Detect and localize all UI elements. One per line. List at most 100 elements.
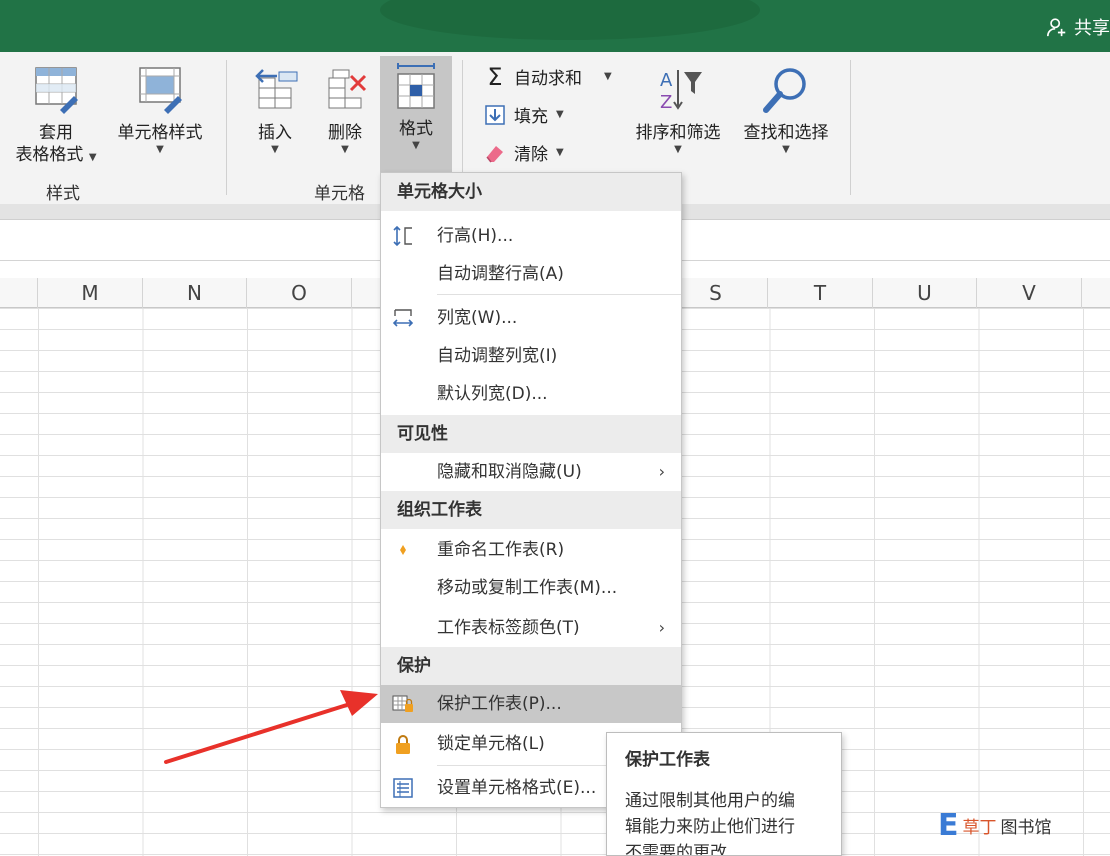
share-label: 共享 — [1074, 18, 1110, 39]
styles-group-label: 样式 — [46, 184, 80, 204]
menu-item-rename-sheet[interactable]: 重命名工作表(R) — [381, 531, 681, 569]
tooltip-line-2: 辑能力来防止他们进行 — [625, 817, 795, 837]
fill-button[interactable]: 填充 ▼ — [484, 102, 564, 127]
tooltip-title: 保护工作表 — [625, 750, 710, 770]
group-divider — [850, 60, 851, 195]
cell-styles-icon — [139, 67, 182, 114]
menu-item-column-width[interactable]: 列宽(W)... — [381, 299, 681, 337]
autosum-label: 自动求和 — [514, 69, 582, 89]
person-add-icon — [1047, 18, 1066, 37]
sigma-icon: Σ — [487, 62, 503, 91]
fill-down-icon — [484, 104, 506, 126]
share-button[interactable]: 共享 — [1046, 14, 1110, 40]
chevron-down-icon: ▼ — [271, 144, 279, 155]
cells-group-label: 单元格 — [314, 184, 365, 204]
menu-header-cell-size: 单元格大小 — [381, 173, 681, 211]
column-header-partial[interactable] — [0, 278, 38, 308]
menu-divider — [437, 294, 681, 295]
insert-button[interactable]: 插入 ▼ — [244, 64, 306, 156]
insert-label: 插入 — [258, 123, 292, 143]
menu-item-autofit-row-height[interactable]: 自动调整行高(A) — [381, 255, 681, 293]
table-format-label-1: 套用 — [39, 123, 73, 143]
menu-header-visibility: 可见性 — [381, 415, 681, 453]
magnifier-icon — [763, 68, 806, 113]
chevron-down-icon: ▼ — [556, 146, 564, 158]
cell-styles-label: 单元格样式 — [117, 123, 203, 143]
watermark-name-b: 图书馆 — [1000, 818, 1052, 838]
menu-item-label: 自动调整行高(A) — [437, 264, 564, 284]
menu-item-tab-color[interactable]: 工作表标签颜色(T) › — [381, 609, 681, 647]
menu-item-label: 隐藏和取消隐藏(U) — [437, 462, 582, 482]
menu-item-label: 列宽(W)... — [437, 308, 518, 328]
find-select-button[interactable]: 查找和选择 ▼ — [734, 64, 838, 156]
menu-item-label: 设置单元格格式(E)... — [437, 778, 597, 798]
chevron-down-icon: ▼ — [674, 144, 682, 155]
menu-item-move-copy-sheet[interactable]: 移动或复制工作表(M)... — [381, 569, 681, 607]
menu-item-label: 工作表标签颜色(T) — [437, 618, 580, 638]
fill-label: 填充 — [514, 107, 548, 127]
find-select-label: 查找和选择 — [743, 123, 829, 143]
chevron-down-icon: ▼ — [341, 144, 349, 155]
chevron-down-icon: ▼ — [782, 144, 790, 155]
chevron-down-icon: ▼ — [88, 152, 97, 163]
table-format-button[interactable]: 套用 表格格式 ▼ — [6, 64, 106, 166]
column-header-n[interactable]: N — [143, 278, 247, 308]
tooltip-line-3: 不需要的更改 — [625, 843, 727, 856]
sort-filter-button[interactable]: A Z 排序和筛选 ▼ — [626, 64, 730, 156]
svg-text:Z: Z — [660, 92, 672, 113]
delete-button[interactable]: 删除 ▼ — [314, 64, 376, 156]
column-header-v[interactable]: V — [977, 278, 1082, 308]
sort-filter-icon: A Z — [660, 70, 702, 113]
menu-item-label: 锁定单元格(L) — [437, 734, 545, 754]
menu-header-protection: 保护 — [381, 647, 681, 685]
chevron-down-icon: ▼ — [412, 140, 420, 151]
title-bar-decoration — [380, 0, 760, 40]
protect-sheet-icon — [391, 693, 415, 715]
delete-label: 删除 — [328, 123, 362, 143]
format-dropdown-menu: 单元格大小 行高(H)... 自动调整行高(A) 列宽(W)... 自动调整列宽… — [380, 172, 682, 808]
rename-icon — [391, 539, 415, 561]
format-cells-size-icon — [397, 63, 435, 109]
format-cells-icon — [391, 777, 415, 799]
chevron-down-icon: ▼ — [604, 70, 612, 82]
menu-item-label: 自动调整列宽(I) — [437, 346, 558, 366]
format-button[interactable]: 格式 ▼ — [384, 60, 448, 152]
eraser-icon — [484, 142, 506, 164]
menu-item-protect-sheet[interactable]: 保护工作表(P)... — [381, 685, 681, 723]
table-format-icon — [35, 67, 78, 114]
format-label: 格式 — [399, 119, 433, 139]
menu-item-default-width[interactable]: 默认列宽(D)... — [381, 375, 681, 413]
column-header-m[interactable]: M — [38, 278, 143, 308]
chevron-down-icon: ▼ — [556, 108, 564, 120]
clear-label: 清除 — [514, 145, 548, 165]
watermark-logo: E — [938, 808, 959, 843]
menu-item-label: 重命名工作表(R) — [437, 540, 565, 560]
menu-item-label: 移动或复制工作表(M)... — [437, 578, 618, 598]
group-divider — [226, 60, 227, 195]
cell-styles-button[interactable]: 单元格样式 ▼ — [108, 64, 212, 156]
watermark-name-a: 草丁 — [962, 818, 997, 838]
lock-icon — [391, 733, 415, 755]
column-header-t[interactable]: T — [768, 278, 873, 308]
sort-filter-label: 排序和筛选 — [635, 123, 721, 143]
autosum-button[interactable]: Σ 自动求和 ▼ — [484, 62, 612, 91]
table-format-label-2: 表格格式 ▼ — [15, 144, 96, 166]
delete-cells-icon — [328, 69, 367, 109]
chevron-right-icon: › — [658, 462, 665, 481]
menu-item-autofit-column-width[interactable]: 自动调整列宽(I) — [381, 337, 681, 375]
column-header-o[interactable]: O — [247, 278, 352, 308]
column-header-u[interactable]: U — [873, 278, 977, 308]
menu-item-label: 行高(H)... — [437, 226, 514, 246]
menu-item-label: 保护工作表(P)... — [437, 694, 562, 714]
tooltip-line-1: 通过限制其他用户的编 — [625, 791, 795, 811]
insert-cells-icon — [255, 69, 298, 109]
menu-item-hide-unhide[interactable]: 隐藏和取消隐藏(U) › — [381, 453, 681, 491]
chevron-right-icon: › — [658, 618, 665, 637]
protect-sheet-tooltip: 保护工作表 通过限制其他用户的编 辑能力来防止他们进行 不需要的更改 — [606, 732, 842, 856]
menu-item-row-height[interactable]: 行高(H)... — [381, 217, 681, 255]
menu-item-label: 默认列宽(D)... — [437, 384, 548, 404]
clear-button[interactable]: 清除 ▼ — [484, 140, 564, 165]
row-height-icon — [391, 225, 415, 247]
table-format-label-2-text: 表格格式 — [15, 145, 84, 165]
menu-header-organize-sheets: 组织工作表 — [381, 491, 681, 529]
